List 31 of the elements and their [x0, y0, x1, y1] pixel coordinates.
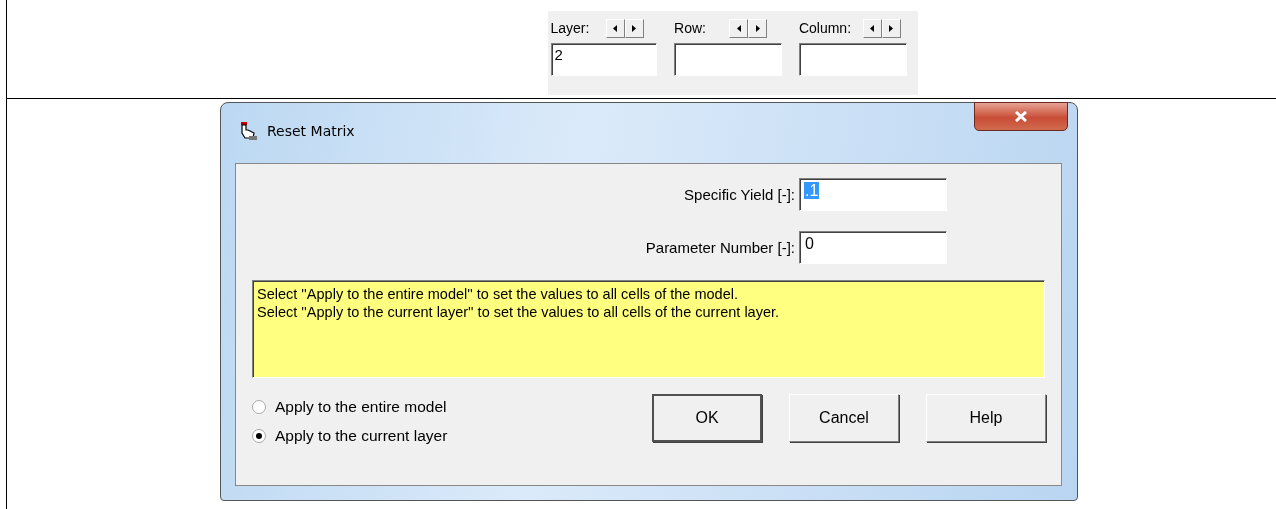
info-text: Select ''Apply to the entire model'' to set the values to all cells of the model. Select ''Apply to the current layer'' to set the values to all cells of the current layer.: [252, 280, 1045, 378]
next-button[interactable]: [624, 18, 644, 38]
right-triangle-icon: [889, 24, 894, 32]
spinner-label: Row:: [674, 20, 707, 36]
field-label: Specific Yield [-]:: [684, 186, 795, 203]
input-field[interactable]: [798, 43, 908, 76]
field-label: Parameter Number [-]:: [645, 239, 795, 256]
right-triangle-icon: [755, 24, 760, 32]
next-button[interactable]: [881, 18, 901, 38]
left-triangle-icon: [613, 24, 617, 32]
close-icon: [1015, 111, 1027, 122]
dialog-button[interactable]: OK: [652, 393, 762, 442]
dialog-button[interactable]: Help: [926, 393, 1046, 442]
spinner-label: Layer:: [550, 20, 591, 36]
window-title: Reset Matrix: [267, 123, 355, 139]
right-triangle-icon: [632, 24, 636, 32]
previous-button[interactable]: [729, 18, 748, 38]
left-triangle-icon: [870, 24, 875, 32]
previous-button[interactable]: [862, 18, 882, 38]
input-field[interactable]: 0: [799, 231, 947, 264]
left-triangle-icon: [736, 24, 741, 32]
input-field[interactable]: [674, 43, 782, 76]
radio-option[interactable]: Apply to the current layer: [252, 427, 448, 445]
previous-button[interactable]: [605, 18, 625, 38]
hand-icon: [239, 121, 259, 141]
dialog-button[interactable]: Cancel: [789, 393, 899, 442]
input-field[interactable]: 2: [550, 43, 657, 76]
next-button[interactable]: [748, 18, 767, 38]
spinner-label: Column:: [798, 20, 853, 36]
radio-option[interactable]: Apply to the entire model: [252, 398, 448, 416]
close-button[interactable]: [974, 102, 1068, 131]
